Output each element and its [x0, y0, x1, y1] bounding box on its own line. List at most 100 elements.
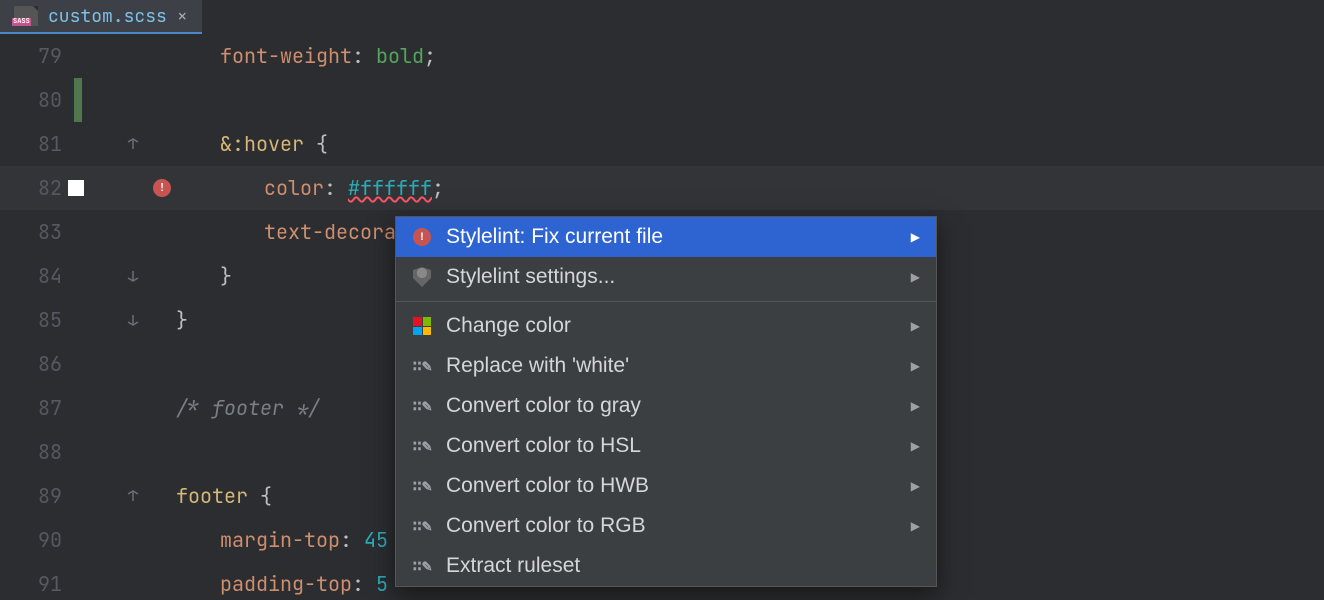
menu-item-label: Extract ruleset [446, 554, 920, 578]
token-brace: } [176, 307, 188, 333]
token-cs: : [324, 175, 348, 201]
token-cs [304, 131, 316, 157]
line-number: 89 [0, 474, 68, 518]
gutter-marks [68, 562, 118, 600]
token-cs [248, 483, 260, 509]
line-number: 83 [0, 210, 68, 254]
error-bulb-icon[interactable]: ! [153, 179, 171, 197]
line-number: 88 [0, 430, 68, 474]
fold-gutter[interactable] [118, 490, 148, 502]
menu-item-label: Convert color to RGB [446, 514, 897, 538]
line-number: 84 [0, 254, 68, 298]
color-swatch-icon [68, 180, 84, 196]
line-number: 80 [0, 78, 68, 122]
menu-item-label: Stylelint settings... [446, 265, 897, 289]
menu-item-label: Convert color to HWB [446, 474, 897, 498]
submenu-arrow-icon: ▶ [911, 270, 920, 284]
token-sel: & [220, 131, 232, 157]
intention-action-icon: ∷✎ [412, 516, 431, 536]
menu-item[interactable]: Stylelint settings... ▶ [396, 257, 936, 297]
intention-action-icon: ∷✎ [412, 556, 431, 576]
code-line[interactable]: 79 font-weight: bold; [0, 34, 1324, 78]
fold-gutter[interactable] [118, 138, 148, 150]
line-number: 81 [0, 122, 68, 166]
menu-item[interactable]: ∷✎ Extract ruleset [396, 546, 936, 586]
close-tab-icon[interactable]: × [177, 5, 188, 28]
line-number: 91 [0, 562, 68, 600]
menu-item-label: Stylelint: Fix current file [446, 225, 897, 249]
gutter-marks [68, 210, 118, 254]
token-brace: { [260, 483, 272, 509]
gutter-marks [68, 518, 118, 562]
intention-action-icon: ∷✎ [412, 396, 431, 416]
gutter-marks [68, 474, 118, 518]
token-cs: : [352, 571, 376, 597]
menu-item[interactable]: ∷✎Convert color to HSL▶ [396, 426, 936, 466]
tab-bar: custom.scss × [0, 0, 1324, 34]
sass-file-icon [14, 6, 38, 26]
line-number: 87 [0, 386, 68, 430]
fold-gutter[interactable] [118, 314, 148, 326]
token-pseudo: :hover [232, 131, 304, 157]
menu-separator [396, 301, 936, 302]
gutter-marks [68, 342, 118, 386]
token-cs: : [352, 43, 376, 69]
diff-added-marker [74, 78, 82, 122]
code-line[interactable]: 81 &:hover { [0, 122, 1324, 166]
gutter-marks [68, 166, 118, 210]
token-kw: font-weight [220, 43, 352, 69]
token-kw: text-decorat [264, 219, 408, 245]
menu-item[interactable]: ∷✎Convert color to RGB▶ [396, 506, 936, 546]
intention-action-icon: ∷✎ [412, 436, 431, 456]
menu-item[interactable]: ∷✎ Convert color to gray ▶ [396, 386, 936, 426]
line-number: 85 [0, 298, 68, 342]
fold-gutter[interactable] [118, 270, 148, 282]
token-cs: ; [432, 175, 444, 201]
code-content[interactable]: font-weight: bold; [176, 34, 1324, 78]
gutter-marks [68, 298, 118, 342]
intention-actions-menu: !Stylelint: Fix current file▶Stylelint s… [395, 216, 937, 587]
submenu-arrow-icon: ▶ [911, 359, 920, 373]
submenu-arrow-icon: ▶ [911, 230, 920, 244]
line-number: 82 [0, 166, 68, 210]
gutter-marks [68, 254, 118, 298]
menu-item[interactable]: ∷✎Convert color to HWB▶ [396, 466, 936, 506]
tab-filename: custom.scss [48, 5, 167, 28]
intention-action-icon: ∷✎ [412, 476, 431, 496]
token-cs: : [340, 527, 364, 553]
token-brace: } [220, 263, 232, 289]
menu-item-label: Replace with 'white' [446, 354, 897, 378]
token-sel: footer [176, 483, 248, 509]
ia-icon: ∷✎ [412, 356, 432, 376]
file-tab[interactable]: custom.scss × [0, 0, 202, 34]
line-number: 79 [0, 34, 68, 78]
token-kw: color [264, 175, 324, 201]
menu-item-label: Convert color to gray [446, 394, 897, 418]
submenu-arrow-icon: ▶ [911, 399, 920, 413]
menu-item[interactable]: Change color▶ [396, 306, 936, 346]
shield-icon [412, 267, 432, 287]
shield-icon [413, 267, 431, 287]
submenu-arrow-icon: ▶ [911, 319, 920, 333]
menu-item[interactable]: ∷✎ Replace with 'white' ▶ [396, 346, 936, 386]
token-colorlit: #ffffff [348, 175, 432, 201]
code-content[interactable]: &:hover { [176, 122, 1324, 166]
code-line[interactable]: 80 [0, 78, 1324, 122]
code-content[interactable]: color: #ffffff; [176, 166, 1324, 210]
menu-item[interactable]: ! Stylelint: Fix current file ▶ [396, 217, 936, 257]
error-bulb-icon: ! [413, 228, 431, 246]
ia-icon: ∷✎ [412, 556, 432, 576]
ia-icon: ∷✎ [412, 396, 432, 416]
gutter-marks [68, 386, 118, 430]
gutter-marks [68, 78, 118, 122]
token-val: bold [376, 43, 424, 69]
line-number: 86 [0, 342, 68, 386]
ia-icon: ∷✎ [412, 516, 432, 536]
intention-action-icon: ∷✎ [412, 356, 431, 376]
code-line[interactable]: 82! color: #ffffff; [0, 166, 1324, 210]
gutter-marks [68, 430, 118, 474]
submenu-arrow-icon: ▶ [911, 439, 920, 453]
line-number: 90 [0, 518, 68, 562]
gutter-marks [68, 34, 118, 78]
color-palette-icon [413, 317, 431, 335]
